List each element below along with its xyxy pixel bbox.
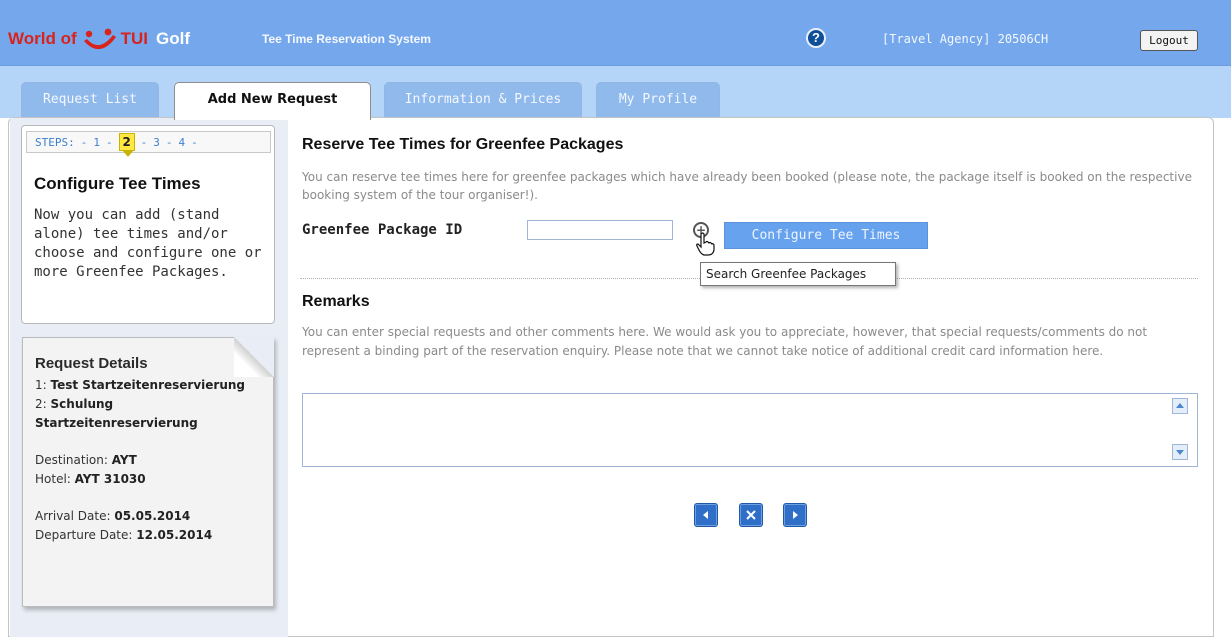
configure-tee-times-button[interactable]: Configure Tee Times: [724, 222, 928, 249]
search-packages-tooltip: Search Greenfee Packages: [700, 262, 896, 286]
scroll-up-arrow-icon[interactable]: [1172, 398, 1188, 414]
detail-item1-value: Test Startzeitenreservierung: [50, 378, 246, 392]
detail-item2-value: Schulung Startzeitenreservierung: [35, 397, 198, 430]
tab-information-prices[interactable]: Information & Prices: [384, 82, 582, 118]
tui-logo: World of TUI Golf: [8, 26, 190, 52]
logo-golf-text: Golf: [156, 29, 191, 48]
greenfee-package-id-input[interactable]: [527, 220, 673, 240]
step-1[interactable]: 1: [93, 136, 100, 149]
app-header: World of TUI Golf Tee Time Reservation S…: [0, 0, 1231, 66]
tab-request-list[interactable]: Request List: [21, 82, 159, 118]
step-4: 4: [178, 135, 186, 149]
logo-world-text: World of: [8, 29, 77, 48]
request-details-panel: Request Details 1: Test Startzeitenreser…: [22, 337, 274, 607]
triangle-left-icon: [703, 511, 708, 519]
hand-cursor-icon: [696, 232, 715, 256]
steps-description: Now you can add (stand alone) tee times …: [34, 207, 262, 280]
cancel-button[interactable]: [739, 503, 763, 527]
steps-sep: -: [165, 135, 173, 149]
greenfee-section-description: You can reserve tee times here for green…: [302, 170, 1192, 202]
steps-sep: -: [191, 135, 198, 149]
remarks-title: Remarks: [302, 293, 370, 310]
close-icon: [746, 510, 756, 520]
logout-button[interactable]: Logout: [1140, 30, 1198, 51]
departure-label: Departure Date:: [35, 528, 133, 542]
scroll-down-arrow-icon[interactable]: [1172, 444, 1188, 460]
step-3: 3: [153, 135, 160, 149]
steps-panel: STEPS: - 1 - 2 - 3 - 4 - Configure Tee T…: [21, 125, 275, 324]
departure-value: 12.05.2014: [136, 528, 213, 542]
logo-tui-text: TUI: [120, 29, 149, 48]
steps-sep: -: [80, 135, 88, 149]
hotel-label: Hotel:: [35, 472, 71, 486]
next-button[interactable]: [783, 503, 807, 527]
triangle-right-icon: [793, 511, 798, 519]
steps-sep: -: [140, 135, 148, 149]
agency-label: [Travel Agency] 20506CH: [882, 32, 1049, 46]
help-icon[interactable]: ?: [806, 28, 826, 48]
tab-add-new-request[interactable]: Add New Request: [174, 82, 371, 120]
arrival-label: Arrival Date:: [35, 509, 111, 523]
tab-my-profile[interactable]: My Profile: [596, 82, 720, 118]
step-2-current: 2: [118, 133, 135, 157]
hotel-value: AYT 31030: [74, 472, 146, 486]
steps-prefix: STEPS:: [35, 135, 75, 149]
detail-item1-prefix: 1:: [35, 378, 47, 392]
detail-item2-prefix: 2:: [35, 397, 47, 411]
arrival-value: 05.05.2014: [114, 509, 191, 523]
remarks-textarea[interactable]: [302, 393, 1198, 467]
steps-sep: -: [106, 135, 113, 149]
steps-indicator: STEPS: - 1 - 2 - 3 - 4 -: [26, 131, 271, 157]
steps-title: Configure Tee Times: [34, 174, 201, 193]
back-button[interactable]: [694, 503, 718, 527]
greenfee-section-title: Reserve Tee Times for Greenfee Packages: [302, 136, 624, 153]
tui-smile-icon: [83, 28, 116, 50]
request-details-list: 1: Test Startzeitenreservierung 2: Schul…: [35, 376, 271, 545]
remarks-description: You can enter special requests and other…: [302, 325, 1148, 358]
tab-bar: Request List Add New Request Information…: [0, 66, 1231, 120]
destination-label: Destination:: [35, 453, 108, 467]
destination-value: AYT: [111, 453, 137, 467]
page-corner-fold: [234, 337, 274, 377]
request-details-title: Request Details: [35, 355, 148, 372]
app-subtitle: Tee Time Reservation System: [262, 32, 431, 46]
greenfee-package-label: Greenfee Package ID: [302, 222, 463, 238]
